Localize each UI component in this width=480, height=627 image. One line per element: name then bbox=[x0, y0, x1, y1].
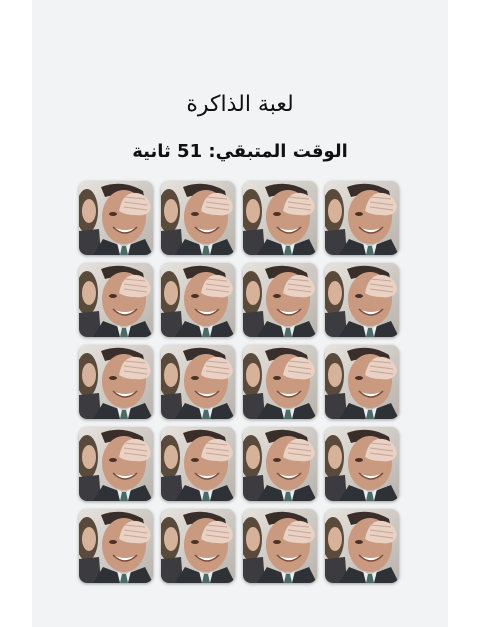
card-back-photo bbox=[325, 345, 399, 419]
memory-card-r2-c1[interactable] bbox=[79, 263, 153, 337]
card-back-photo bbox=[243, 345, 317, 419]
card-back-photo bbox=[161, 181, 235, 255]
card-back-photo bbox=[325, 509, 399, 583]
card-back-photo bbox=[161, 345, 235, 419]
memory-card-r3-c1[interactable] bbox=[79, 345, 153, 419]
card-back-photo bbox=[161, 509, 235, 583]
memory-card-r4-c1[interactable] bbox=[79, 427, 153, 501]
memory-card-r5-c4[interactable] bbox=[325, 509, 399, 583]
memory-card-r5-c1[interactable] bbox=[79, 509, 153, 583]
card-back-photo bbox=[161, 427, 235, 501]
memory-card-r3-c4[interactable] bbox=[325, 345, 399, 419]
card-back-photo bbox=[243, 427, 317, 501]
card-back-photo bbox=[243, 509, 317, 583]
card-back-photo bbox=[79, 509, 153, 583]
time-remaining: الوقت المتبقي: 51 ثانية bbox=[132, 141, 348, 162]
card-back-photo bbox=[325, 181, 399, 255]
memory-card-r1-c1[interactable] bbox=[79, 181, 153, 255]
memory-card-r5-c3[interactable] bbox=[243, 509, 317, 583]
card-back-photo bbox=[79, 345, 153, 419]
card-back-photo bbox=[79, 181, 153, 255]
memory-card-r2-c2[interactable] bbox=[161, 263, 235, 337]
memory-card-r4-c4[interactable] bbox=[325, 427, 399, 501]
card-back-photo bbox=[243, 181, 317, 255]
memory-card-r1-c3[interactable] bbox=[243, 181, 317, 255]
memory-card-r4-c2[interactable] bbox=[161, 427, 235, 501]
memory-card-r5-c2[interactable] bbox=[161, 509, 235, 583]
memory-card-r1-c2[interactable] bbox=[161, 181, 235, 255]
memory-card-r2-c3[interactable] bbox=[243, 263, 317, 337]
memory-card-r4-c3[interactable] bbox=[243, 427, 317, 501]
card-back-photo bbox=[79, 263, 153, 337]
memory-card-r3-c3[interactable] bbox=[243, 345, 317, 419]
memory-card-r2-c4[interactable] bbox=[325, 263, 399, 337]
card-grid bbox=[79, 181, 399, 583]
game-panel: لعبة الذاكرة الوقت المتبقي: 51 ثانية bbox=[32, 0, 448, 627]
card-back-photo bbox=[325, 427, 399, 501]
memory-card-r3-c2[interactable] bbox=[161, 345, 235, 419]
memory-card-r1-c4[interactable] bbox=[325, 181, 399, 255]
card-back-photo bbox=[325, 263, 399, 337]
card-back-photo bbox=[79, 427, 153, 501]
game-title: لعبة الذاكرة bbox=[186, 92, 294, 117]
card-back-photo bbox=[243, 263, 317, 337]
card-back-photo bbox=[161, 263, 235, 337]
